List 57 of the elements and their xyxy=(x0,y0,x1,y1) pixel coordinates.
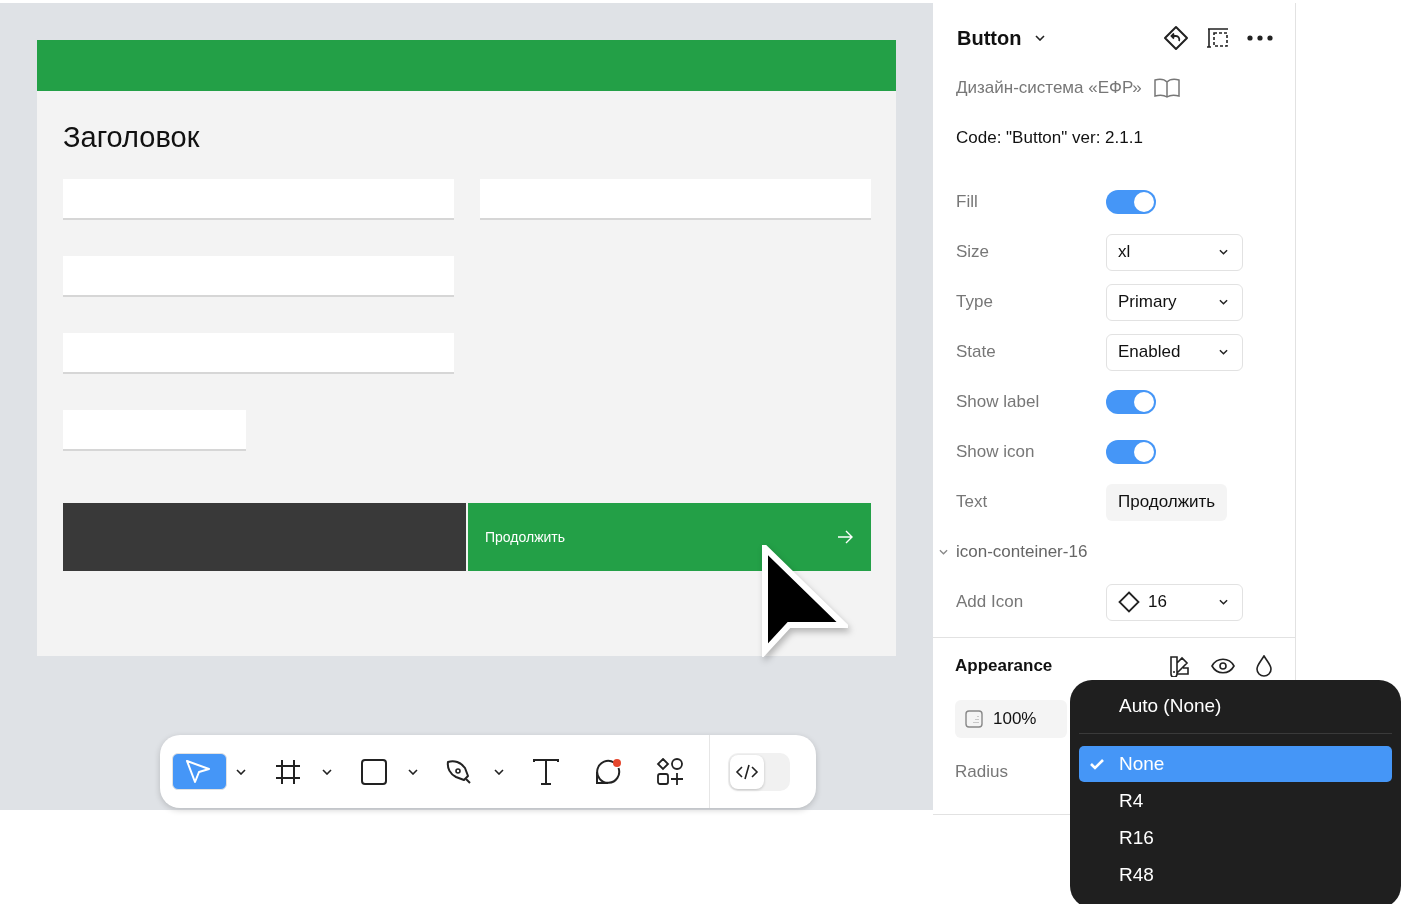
opacity-icon xyxy=(965,710,983,728)
text-icon xyxy=(533,758,559,785)
property-label: Type xyxy=(956,292,994,312)
hash-icon xyxy=(275,758,301,785)
paint-swatch-icon[interactable] xyxy=(1169,655,1191,677)
select-field[interactable]: Enabled xyxy=(1106,333,1243,371)
button-label: Продолжить xyxy=(485,529,566,545)
property-label: State xyxy=(956,342,997,362)
diamond-arrow-icon[interactable] xyxy=(1163,25,1189,51)
code-icon xyxy=(735,763,759,780)
select-field[interactable]: xl xyxy=(1106,233,1243,271)
chevron-down-icon xyxy=(1219,599,1228,605)
checkmark-icon xyxy=(1089,758,1105,770)
chevron-down-icon xyxy=(1219,249,1228,255)
menu-item[interactable]: R4 xyxy=(1079,783,1392,819)
property-label: Radius xyxy=(955,762,1008,782)
pointer-icon xyxy=(184,757,212,786)
toggle-switch[interactable] xyxy=(1106,190,1156,214)
library-name[interactable]: Дизайн-система «ЕФР» xyxy=(956,78,1142,98)
shapes-icon xyxy=(656,757,684,786)
code-note: Code: "Button" ver: 2.1.1 xyxy=(955,127,1144,149)
dev-mode-toggle[interactable] xyxy=(728,752,790,791)
menu-item[interactable]: Auto (None) xyxy=(1079,688,1392,724)
more-icon[interactable] xyxy=(1247,35,1273,41)
section-title: Appearance xyxy=(955,656,1053,676)
nested-instance-name[interactable]: icon-conteiner-16 xyxy=(956,542,1088,562)
chevron-down-icon[interactable] xyxy=(1035,35,1046,41)
property-label: Fill xyxy=(956,192,979,212)
drop-icon[interactable] xyxy=(1255,655,1273,677)
book-icon[interactable] xyxy=(1153,78,1180,98)
property-label: Show label xyxy=(956,392,1041,412)
menu-item[interactable]: R48 xyxy=(1079,857,1392,893)
opacity-field[interactable]: 100% xyxy=(955,700,1067,738)
diamond-icon xyxy=(1118,591,1140,613)
text-field[interactable]: Продолжить xyxy=(1106,483,1228,521)
property-label: Size xyxy=(956,242,991,262)
caret-icon[interactable] xyxy=(408,768,418,775)
chevron-down-icon xyxy=(1219,299,1228,305)
caret-icon[interactable] xyxy=(236,768,246,775)
chevron-down-icon xyxy=(1219,349,1228,355)
menu-item[interactable]: R16 xyxy=(1079,820,1392,856)
property-label: Add Icon xyxy=(956,592,1025,612)
frame-title: Заголовок xyxy=(63,120,201,154)
caret-icon[interactable] xyxy=(494,768,504,775)
component-title[interactable]: Button xyxy=(957,26,1022,50)
select-field[interactable]: Primary xyxy=(1106,283,1243,321)
caret-icon[interactable] xyxy=(322,768,332,775)
eye-icon[interactable] xyxy=(1211,658,1235,674)
toggle-switch[interactable] xyxy=(1106,440,1156,464)
dashed-frame-icon[interactable] xyxy=(1207,28,1229,48)
square-icon xyxy=(361,758,387,785)
toggle-switch[interactable] xyxy=(1106,390,1156,414)
select-field[interactable]: 16 xyxy=(1106,583,1243,621)
comment-icon xyxy=(594,757,622,786)
arrow-icon xyxy=(837,530,853,544)
property-label: Show icon xyxy=(956,442,1036,462)
property-label: Text xyxy=(956,492,989,512)
